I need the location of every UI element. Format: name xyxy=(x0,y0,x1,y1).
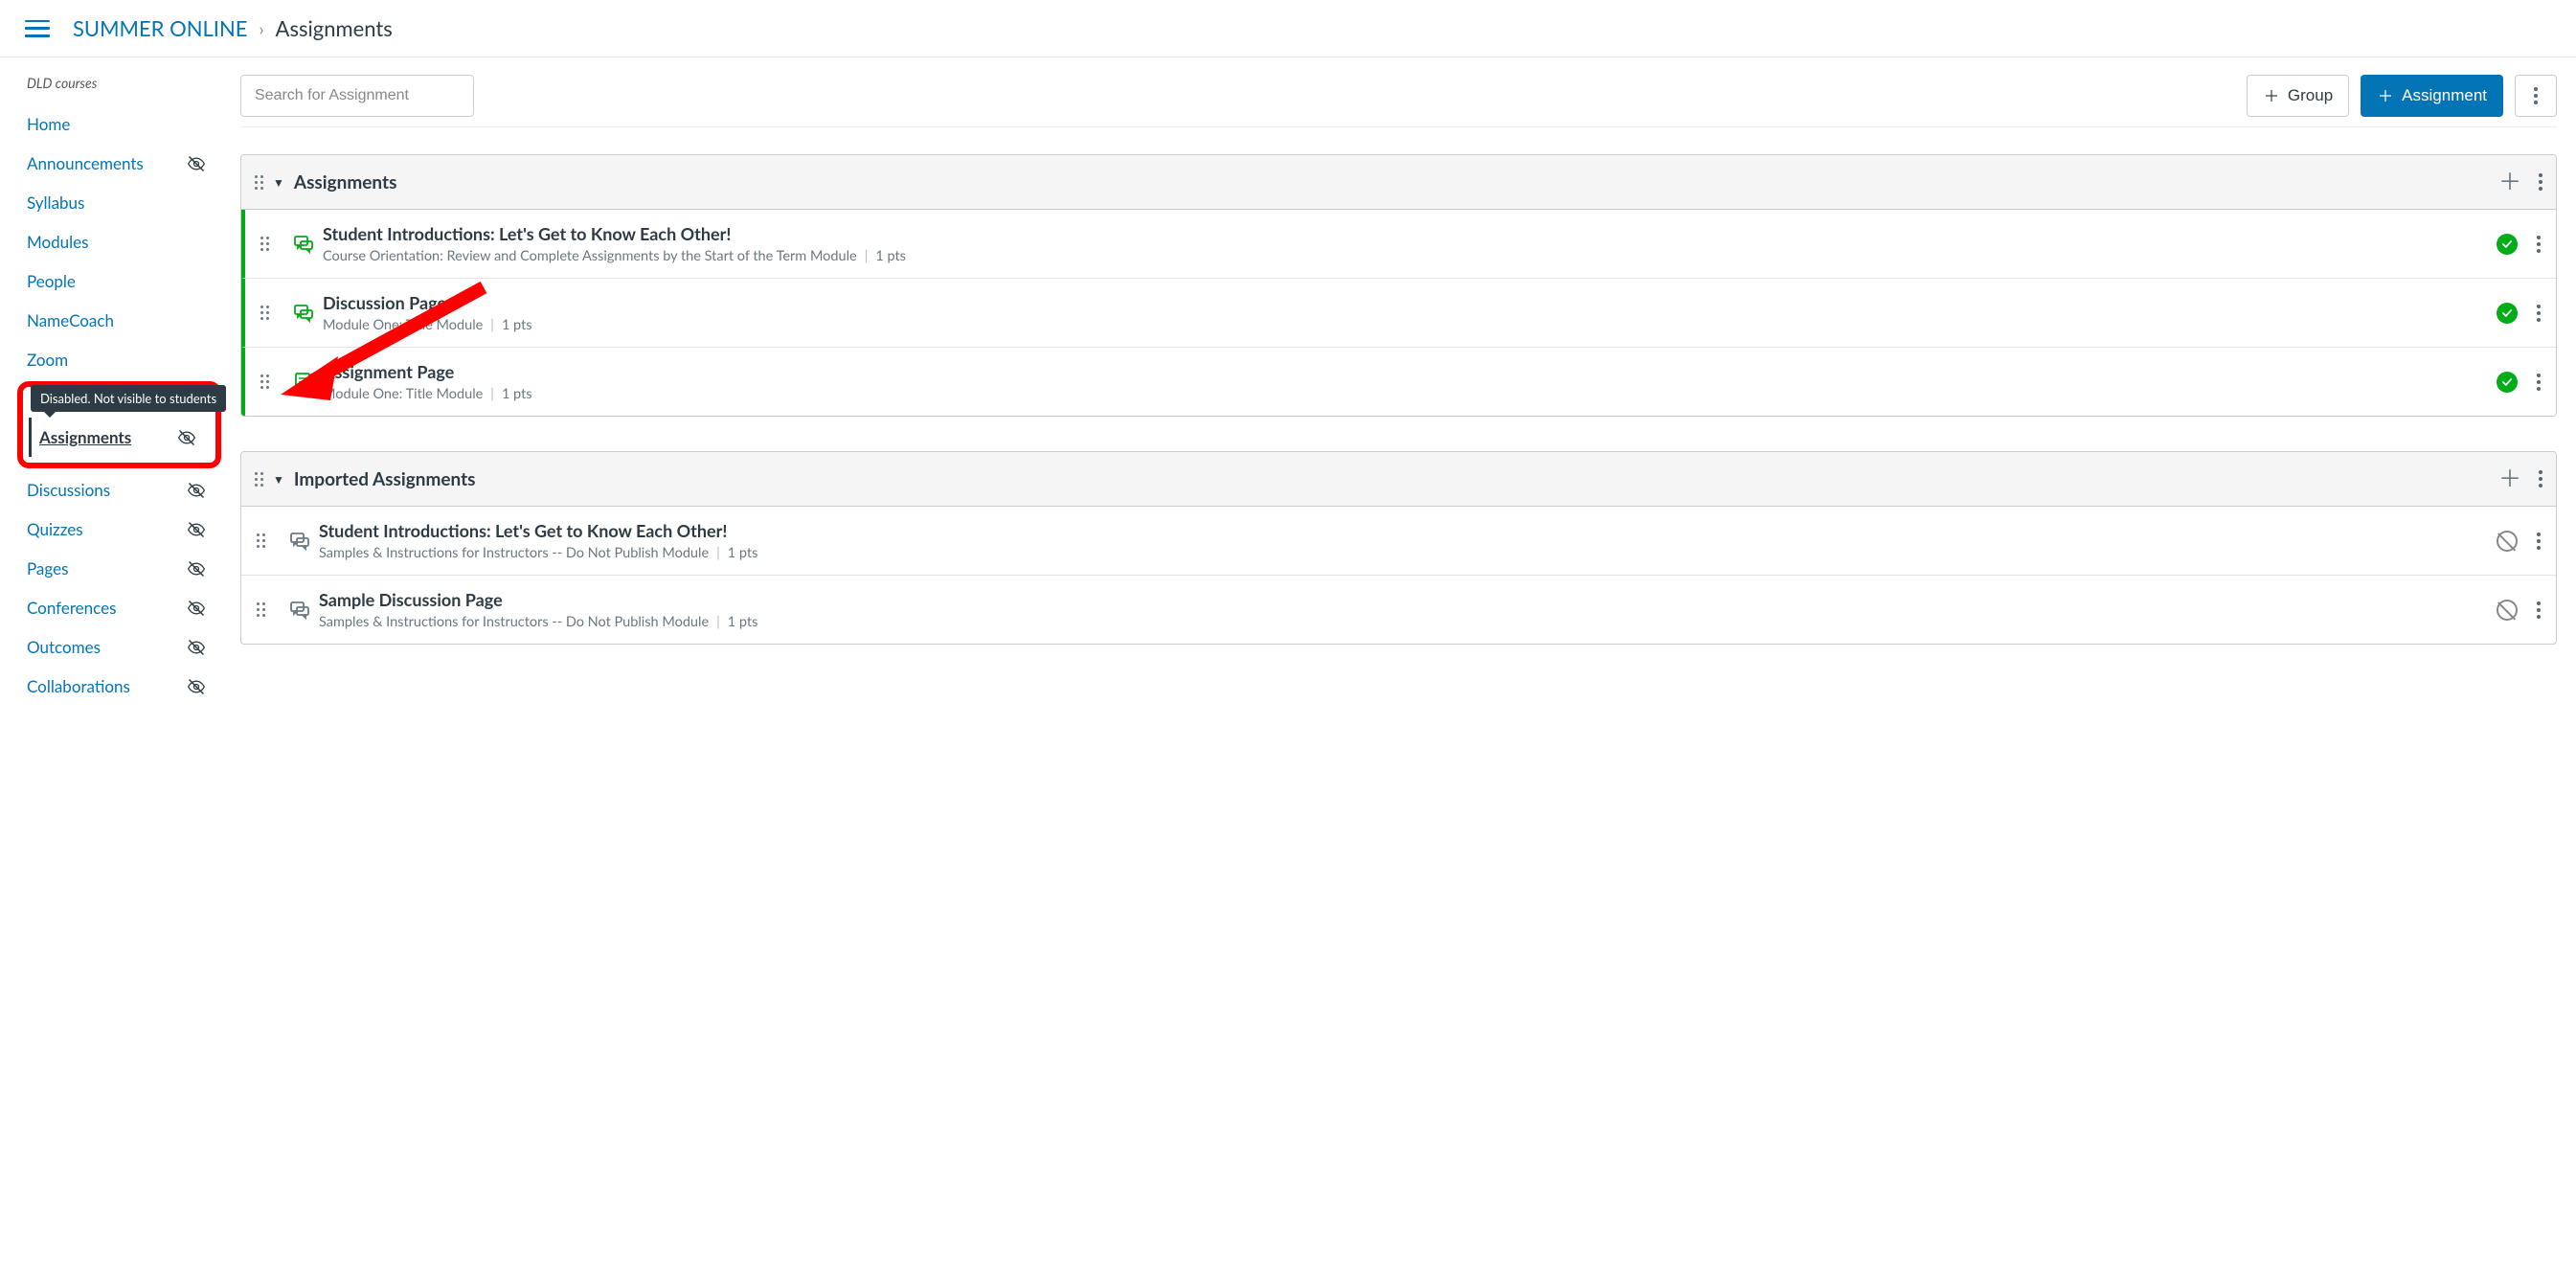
row-more-button[interactable] xyxy=(2537,236,2541,253)
hamburger-menu[interactable] xyxy=(25,20,50,37)
assignment-title[interactable]: Student Introductions: Let's Get to Know… xyxy=(323,223,2497,244)
unpublished-icon[interactable] xyxy=(2497,600,2518,621)
discussion-icon xyxy=(292,233,315,256)
eye-off-icon xyxy=(187,520,206,539)
row-more-button[interactable] xyxy=(2537,601,2541,619)
row-more-button[interactable] xyxy=(2537,533,2541,550)
search-input[interactable] xyxy=(240,75,474,117)
discussion-icon xyxy=(288,599,311,622)
caret-down-icon[interactable]: ▼ xyxy=(273,175,284,190)
plus-icon xyxy=(2263,87,2280,104)
assignment-title[interactable]: Discussion Page xyxy=(323,292,2497,313)
assignment-icon xyxy=(292,371,315,394)
tooltip: Disabled. Not visible to students xyxy=(31,385,226,412)
toolbar-more-button[interactable] xyxy=(2515,75,2557,117)
eye-off-icon xyxy=(187,154,206,173)
sidebar-section-title: DLD courses xyxy=(27,75,225,91)
sidebar-item-quizzes[interactable]: Quizzes xyxy=(25,510,225,549)
discussion-icon xyxy=(288,530,311,553)
sidebar-item-discussions[interactable]: Discussions xyxy=(25,470,225,510)
drag-handle-icon[interactable] xyxy=(260,237,269,251)
sidebar-item-conferences[interactable]: Conferences xyxy=(25,588,225,627)
assignment-meta: Module One: Title Module|1 pts xyxy=(323,386,2497,402)
assignment-group: ▼ Imported Assignments ＋ Student Introdu… xyxy=(240,451,2557,645)
group-header[interactable]: ▼ Imported Assignments ＋ xyxy=(241,452,2556,507)
eye-off-icon xyxy=(187,599,206,618)
chevron-right-icon: › xyxy=(259,18,263,39)
drag-handle-icon[interactable] xyxy=(260,306,269,320)
sidebar-item-outcomes[interactable]: Outcomes xyxy=(25,627,225,667)
assignment-meta: Module One: Title Module|1 pts xyxy=(323,317,2497,333)
sidebar-item-assignments[interactable]: Assignments xyxy=(29,418,215,457)
caret-down-icon[interactable]: ▼ xyxy=(273,472,284,487)
sidebar-item-collaborations[interactable]: Collaborations xyxy=(25,667,225,706)
assignment-row[interactable]: Student Introductions: Let's Get to Know… xyxy=(241,507,2556,576)
group-more-button[interactable] xyxy=(2539,173,2542,191)
row-more-button[interactable] xyxy=(2537,374,2541,391)
group-header[interactable]: ▼ Assignments ＋ xyxy=(241,155,2556,210)
assignment-meta: Samples & Instructions for Instructors -… xyxy=(319,614,2497,630)
eye-off-icon xyxy=(187,559,206,578)
drag-handle-icon[interactable] xyxy=(257,602,265,617)
assignment-row[interactable]: Assignment Page Module One: Title Module… xyxy=(241,348,2556,416)
add-group-button[interactable]: Group xyxy=(2247,75,2349,117)
sidebar-item-modules[interactable]: Modules xyxy=(25,222,225,261)
drag-handle-icon[interactable] xyxy=(257,533,265,548)
assignment-row[interactable]: Sample Discussion Page Samples & Instruc… xyxy=(241,576,2556,644)
eye-off-icon xyxy=(187,638,206,657)
assignment-meta: Samples & Instructions for Instructors -… xyxy=(319,545,2497,561)
breadcrumb: SUMMER ONLINE › Assignments xyxy=(73,15,393,41)
kebab-icon xyxy=(2534,87,2538,104)
assignment-row[interactable]: Student Introductions: Let's Get to Know… xyxy=(241,210,2556,279)
annotation-highlight: Disabled. Not visible to students Assign… xyxy=(17,381,221,468)
sidebar-item-home[interactable]: Home xyxy=(25,104,225,144)
row-more-button[interactable] xyxy=(2537,305,2541,322)
group-add-button[interactable]: ＋ xyxy=(2498,467,2521,490)
sidebar-item-people[interactable]: People xyxy=(25,261,225,301)
drag-handle-icon[interactable] xyxy=(255,472,263,487)
eye-off-icon xyxy=(187,677,206,696)
drag-handle-icon[interactable] xyxy=(255,175,263,190)
breadcrumb-course-link[interactable]: SUMMER ONLINE xyxy=(73,15,247,41)
sidebar-item-syllabus[interactable]: Syllabus xyxy=(25,183,225,222)
assignment-title[interactable]: Student Introductions: Let's Get to Know… xyxy=(319,520,2497,541)
sidebar-item-announcements[interactable]: Announcements xyxy=(25,144,225,183)
assignment-title[interactable]: Sample Discussion Page xyxy=(319,589,2497,610)
breadcrumb-current: Assignments xyxy=(276,15,393,41)
assignment-group: ▼ Assignments ＋ Student Introductions: L… xyxy=(240,154,2557,417)
published-icon[interactable] xyxy=(2497,303,2518,324)
published-icon[interactable] xyxy=(2497,234,2518,255)
unpublished-icon[interactable] xyxy=(2497,531,2518,552)
group-more-button[interactable] xyxy=(2539,470,2542,488)
plus-icon xyxy=(2377,87,2394,104)
group-title: Imported Assignments xyxy=(294,468,2498,490)
assignment-row[interactable]: Discussion Page Module One: Title Module… xyxy=(241,279,2556,348)
published-icon[interactable] xyxy=(2497,372,2518,393)
group-add-button[interactable]: ＋ xyxy=(2498,170,2521,193)
assignment-meta: Course Orientation: Review and Complete … xyxy=(323,248,2497,264)
drag-handle-icon[interactable] xyxy=(260,374,269,389)
discussion-icon xyxy=(292,302,315,325)
group-title: Assignments xyxy=(294,171,2498,193)
assignment-title[interactable]: Assignment Page xyxy=(323,361,2497,382)
sidebar-item-zoom[interactable]: Zoom xyxy=(25,340,225,379)
eye-off-icon xyxy=(177,428,196,447)
add-assignment-button[interactable]: Assignment xyxy=(2361,75,2503,117)
sidebar-item-namecoach[interactable]: NameCoach xyxy=(25,301,225,340)
eye-off-icon xyxy=(187,481,206,500)
sidebar-item-pages[interactable]: Pages xyxy=(25,549,225,588)
